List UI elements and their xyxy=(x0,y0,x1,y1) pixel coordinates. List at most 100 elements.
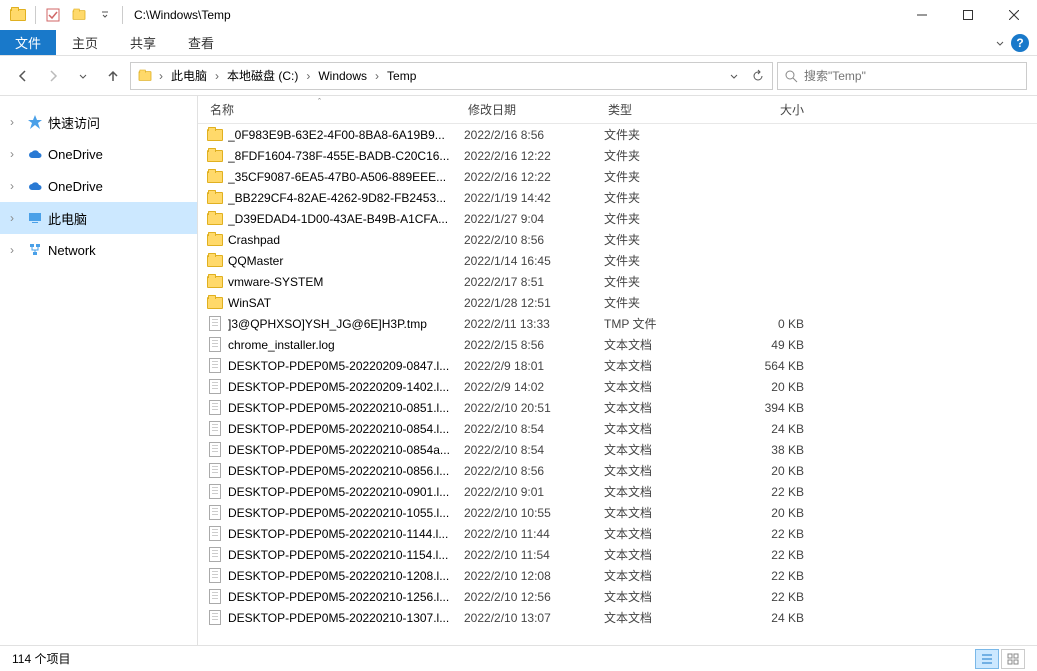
expand-icon[interactable]: › xyxy=(10,243,22,257)
breadcrumb[interactable]: Temp xyxy=(381,63,422,89)
file-row[interactable]: DESKTOP-PDEP0M5-20220210-1055.l...2022/2… xyxy=(198,502,1037,523)
tab-share[interactable]: 共享 xyxy=(114,30,172,55)
tab-file[interactable]: 文件 xyxy=(0,30,56,55)
file-type: 文本文档 xyxy=(604,609,724,626)
file-size: 20 KB xyxy=(724,464,804,478)
file-row[interactable]: Crashpad2022/2/10 8:56文件夹 xyxy=(198,229,1037,250)
folder-icon xyxy=(206,273,224,291)
search-box[interactable] xyxy=(777,62,1027,90)
address-dropdown-icon[interactable] xyxy=(722,64,746,88)
column-header-size[interactable]: 大小 xyxy=(724,101,804,118)
cloud-icon xyxy=(26,145,44,163)
file-row[interactable]: _D39EDAD4-1D00-43AE-B49B-A1CFA...2022/1/… xyxy=(198,208,1037,229)
tab-view[interactable]: 查看 xyxy=(172,30,230,55)
maximize-button[interactable] xyxy=(945,0,991,30)
file-row[interactable]: DESKTOP-PDEP0M5-20220210-0851.l...2022/2… xyxy=(198,397,1037,418)
sidebar-item-Network[interactable]: ›Network xyxy=(0,234,197,266)
recent-dropdown-icon[interactable] xyxy=(70,63,96,89)
file-row[interactable]: DESKTOP-PDEP0M5-20220210-1154.l...2022/2… xyxy=(198,544,1037,565)
file-row[interactable]: QQMaster2022/1/14 16:45文件夹 xyxy=(198,250,1037,271)
file-icon xyxy=(206,399,224,417)
chevron-right-icon[interactable]: › xyxy=(157,69,165,83)
file-row[interactable]: _8FDF1604-738F-455E-BADB-C20C16...2022/2… xyxy=(198,145,1037,166)
file-name: WinSAT xyxy=(228,296,464,310)
column-header-type[interactable]: 类型 xyxy=(604,101,724,118)
breadcrumb[interactable]: 此电脑 xyxy=(165,63,213,89)
file-row[interactable]: _BB229CF4-82AE-4262-9D82-FB2453...2022/1… xyxy=(198,187,1037,208)
column-headers: ˆ 名称 修改日期 类型 大小 xyxy=(198,96,1037,124)
address-bar[interactable]: › 此电脑 › 本地磁盘 (C:) › Windows › Temp xyxy=(130,62,773,90)
file-list[interactable]: _0F983E9B-63E2-4F00-8BA8-6A19B9...2022/2… xyxy=(198,124,1037,645)
file-row[interactable]: DESKTOP-PDEP0M5-20220210-0854a...2022/2/… xyxy=(198,439,1037,460)
file-type: 文本文档 xyxy=(604,504,724,521)
expand-icon[interactable]: › xyxy=(10,179,22,193)
file-date: 2022/2/15 8:56 xyxy=(464,338,604,352)
tab-home[interactable]: 主页 xyxy=(56,30,114,55)
chevron-right-icon[interactable]: › xyxy=(213,69,221,83)
file-row[interactable]: _35CF9087-6EA5-47B0-A506-889EEE...2022/2… xyxy=(198,166,1037,187)
file-size: 22 KB xyxy=(724,548,804,562)
file-size: 24 KB xyxy=(724,611,804,625)
refresh-button[interactable] xyxy=(746,64,770,88)
qat-dropdown-icon[interactable] xyxy=(93,3,117,27)
file-row[interactable]: ]3@QPHXSO]YSH_JG@6E]H3P.tmp2022/2/11 13:… xyxy=(198,313,1037,334)
sidebar-item-快速访问[interactable]: ›快速访问 xyxy=(0,106,197,138)
folder-small-icon[interactable] xyxy=(67,3,91,27)
pc-icon xyxy=(26,209,44,227)
file-type: 文件夹 xyxy=(604,273,724,290)
file-date: 2022/2/16 8:56 xyxy=(464,128,604,142)
ribbon-expand-icon[interactable] xyxy=(995,38,1005,48)
folder-icon xyxy=(206,147,224,165)
file-row[interactable]: DESKTOP-PDEP0M5-20220210-0854.l...2022/2… xyxy=(198,418,1037,439)
back-button[interactable] xyxy=(10,63,36,89)
chevron-right-icon[interactable]: › xyxy=(304,69,312,83)
file-row[interactable]: DESKTOP-PDEP0M5-20220209-1402.l...2022/2… xyxy=(198,376,1037,397)
expand-icon[interactable]: › xyxy=(10,211,22,225)
column-header-name[interactable]: 名称 xyxy=(206,101,464,118)
minimize-button[interactable] xyxy=(899,0,945,30)
file-row[interactable]: DESKTOP-PDEP0M5-20220210-0856.l...2022/2… xyxy=(198,460,1037,481)
expand-icon[interactable]: › xyxy=(10,147,22,161)
file-size: 564 KB xyxy=(724,359,804,373)
network-icon xyxy=(26,241,44,259)
up-button[interactable] xyxy=(100,63,126,89)
search-input[interactable] xyxy=(804,69,1020,83)
file-row[interactable]: DESKTOP-PDEP0M5-20220210-0901.l...2022/2… xyxy=(198,481,1037,502)
search-icon xyxy=(784,69,798,83)
sidebar-item-OneDrive[interactable]: ›OneDrive xyxy=(0,170,197,202)
help-button[interactable]: ? xyxy=(1011,34,1029,52)
properties-checkbox-icon[interactable] xyxy=(41,3,65,27)
file-type: 文件夹 xyxy=(604,210,724,227)
expand-icon[interactable]: › xyxy=(10,115,22,129)
file-date: 2022/2/10 13:07 xyxy=(464,611,604,625)
file-row[interactable]: vmware-SYSTEM2022/2/17 8:51文件夹 xyxy=(198,271,1037,292)
sidebar-item-OneDrive[interactable]: ›OneDrive xyxy=(0,138,197,170)
folder-icon xyxy=(206,189,224,207)
file-row[interactable]: DESKTOP-PDEP0M5-20220210-1144.l...2022/2… xyxy=(198,523,1037,544)
file-size: 22 KB xyxy=(724,569,804,583)
view-details-button[interactable] xyxy=(975,649,999,669)
body: ›快速访问›OneDrive›OneDrive›此电脑›Network ˆ 名称… xyxy=(0,96,1037,645)
file-type: 文件夹 xyxy=(604,231,724,248)
forward-button[interactable] xyxy=(40,63,66,89)
close-button[interactable] xyxy=(991,0,1037,30)
view-thumbnails-button[interactable] xyxy=(1001,649,1025,669)
file-name: DESKTOP-PDEP0M5-20220210-0854.l... xyxy=(228,422,464,436)
file-date: 2022/2/16 12:22 xyxy=(464,170,604,184)
file-row[interactable]: WinSAT2022/1/28 12:51文件夹 xyxy=(198,292,1037,313)
file-row[interactable]: _0F983E9B-63E2-4F00-8BA8-6A19B9...2022/2… xyxy=(198,124,1037,145)
file-row[interactable]: chrome_installer.log2022/2/15 8:56文本文档49… xyxy=(198,334,1037,355)
breadcrumb[interactable]: 本地磁盘 (C:) xyxy=(221,63,304,89)
file-type: 文件夹 xyxy=(604,147,724,164)
sidebar-item-此电脑[interactable]: ›此电脑 xyxy=(0,202,197,234)
column-header-date[interactable]: 修改日期 xyxy=(464,101,604,118)
file-row[interactable]: DESKTOP-PDEP0M5-20220209-0847.l...2022/2… xyxy=(198,355,1037,376)
file-row[interactable]: DESKTOP-PDEP0M5-20220210-1256.l...2022/2… xyxy=(198,586,1037,607)
folder-icon[interactable] xyxy=(6,3,30,27)
breadcrumb[interactable]: Windows xyxy=(312,63,373,89)
file-row[interactable]: DESKTOP-PDEP0M5-20220210-1208.l...2022/2… xyxy=(198,565,1037,586)
status-text: 114 个项目 xyxy=(12,650,70,667)
file-date: 2022/2/9 18:01 xyxy=(464,359,604,373)
file-row[interactable]: DESKTOP-PDEP0M5-20220210-1307.l...2022/2… xyxy=(198,607,1037,628)
chevron-right-icon[interactable]: › xyxy=(373,69,381,83)
